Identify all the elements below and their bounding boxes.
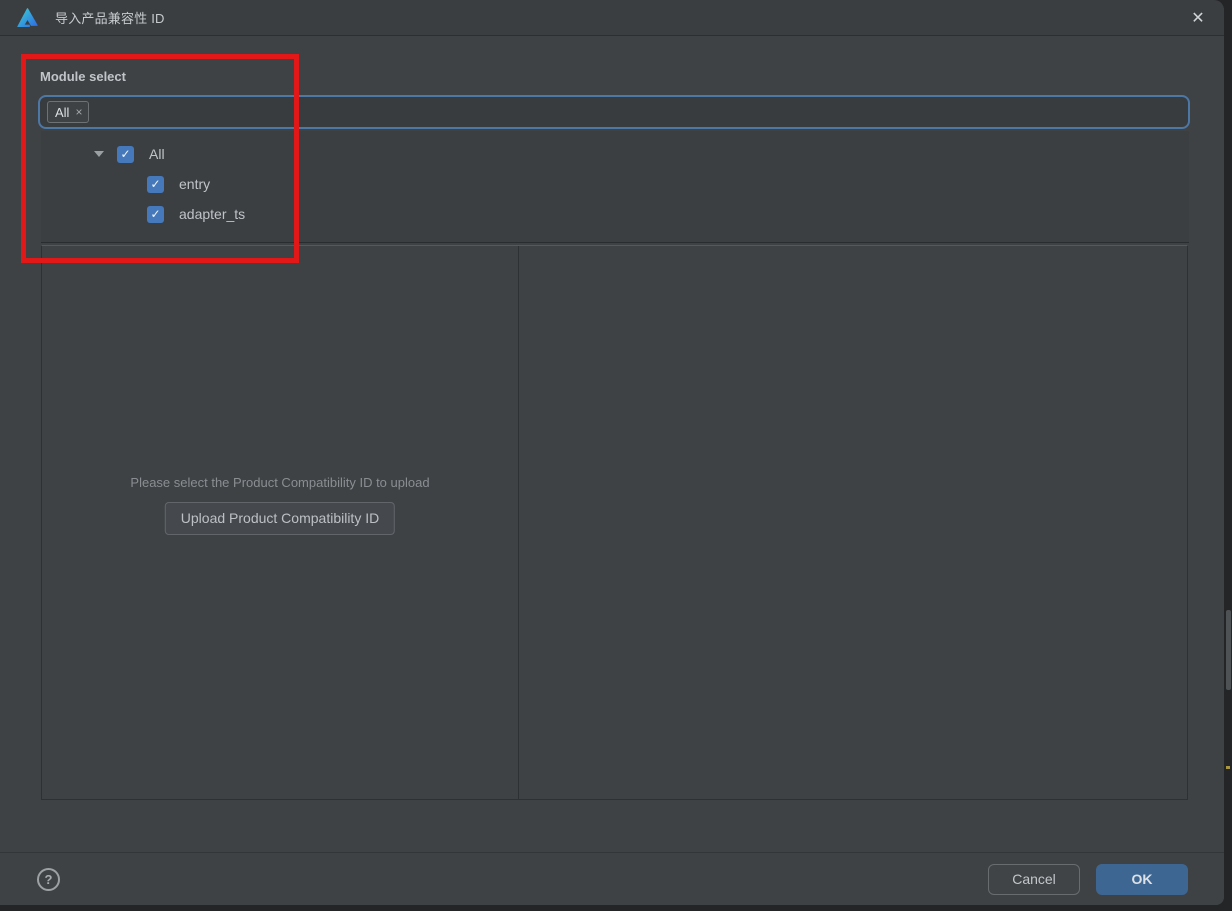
- deveco-studio-logo-icon: [17, 8, 38, 27]
- checkbox-entry[interactable]: ✓: [147, 176, 164, 193]
- upload-hint-text: Please select the Product Compatibility …: [42, 475, 518, 490]
- tree-item-label: All: [149, 146, 165, 162]
- check-icon: ✓: [150, 208, 160, 220]
- module-select-input[interactable]: All ×: [38, 95, 1190, 129]
- expander-triangle-icon[interactable]: [94, 151, 104, 157]
- ok-button[interactable]: OK: [1096, 864, 1188, 895]
- checkbox-adapter-ts[interactable]: ✓: [147, 206, 164, 223]
- close-icon[interactable]: ✕: [1186, 6, 1210, 30]
- editor-stripe-mark: [1226, 766, 1230, 769]
- module-dropdown-popup: ✓ All ✓ entry ✓ adapter_ts: [41, 131, 1189, 243]
- upload-pane: Please select the Product Compatibility …: [42, 246, 519, 799]
- selected-module-tag-label: All: [55, 105, 69, 120]
- upload-compatibility-id-button[interactable]: Upload Product Compatibility ID: [165, 502, 395, 535]
- cancel-button[interactable]: Cancel: [988, 864, 1080, 895]
- dialog-titlebar[interactable]: 导入产品兼容性 ID ✕: [0, 0, 1224, 36]
- ide-scrollbar-thumb[interactable]: [1226, 610, 1231, 690]
- tree-item-adapter-ts[interactable]: ✓ adapter_ts: [41, 199, 1189, 229]
- checkbox-all[interactable]: ✓: [117, 146, 134, 163]
- check-icon: ✓: [120, 148, 130, 160]
- dialog-title: 导入产品兼容性 ID: [55, 8, 165, 27]
- remove-tag-icon[interactable]: ×: [75, 106, 82, 118]
- check-icon: ✓: [150, 178, 160, 190]
- tree-item-all[interactable]: ✓ All: [41, 139, 1189, 169]
- preview-pane: [519, 246, 1187, 799]
- module-select-label: Module select: [40, 69, 126, 84]
- tree-item-label: entry: [179, 176, 210, 192]
- import-compatibility-id-dialog: 导入产品兼容性 ID ✕ Module select All × ✓ All ✓…: [0, 0, 1224, 905]
- tree-item-label: adapter_ts: [179, 206, 245, 222]
- selected-module-tag[interactable]: All ×: [47, 101, 89, 123]
- tree-item-entry[interactable]: ✓ entry: [41, 169, 1189, 199]
- content-panel: Please select the Product Compatibility …: [41, 245, 1188, 800]
- help-icon[interactable]: ?: [37, 868, 60, 891]
- dialog-footer: ? Cancel OK: [0, 852, 1224, 905]
